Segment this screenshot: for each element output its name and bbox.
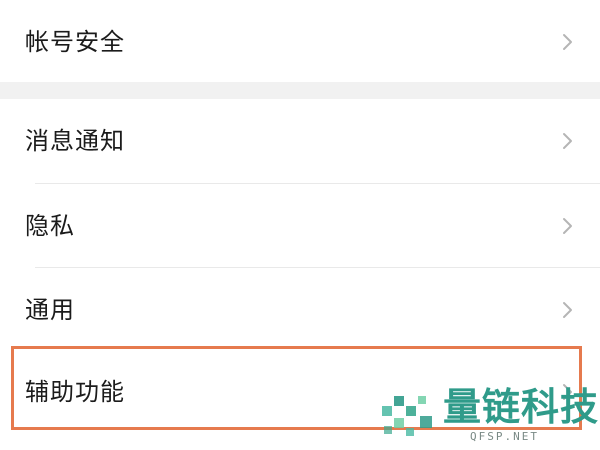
- accessibility-label: 辅助功能: [25, 378, 125, 406]
- notifications-label: 消息通知: [25, 127, 125, 155]
- chevron-right-icon: [563, 133, 572, 149]
- chevron-right-icon: [563, 218, 572, 234]
- general-row[interactable]: 通用: [0, 268, 600, 352]
- watermark-title: 量链科技: [443, 385, 600, 429]
- account-settings-group: 帐号安全: [0, 0, 600, 82]
- notifications-row[interactable]: 消息通知: [0, 99, 600, 183]
- watermark-logo-icon: [382, 396, 432, 436]
- privacy-label: 隐私: [25, 212, 75, 240]
- watermark-subtitle: QFSP.NET: [470, 430, 539, 443]
- chevron-right-icon: [563, 34, 572, 50]
- general-label: 通用: [25, 296, 75, 324]
- chevron-right-icon: [563, 302, 572, 318]
- privacy-row[interactable]: 隐私: [0, 184, 600, 268]
- account-security-label: 帐号安全: [25, 28, 125, 56]
- account-security-row[interactable]: 帐号安全: [0, 0, 600, 84]
